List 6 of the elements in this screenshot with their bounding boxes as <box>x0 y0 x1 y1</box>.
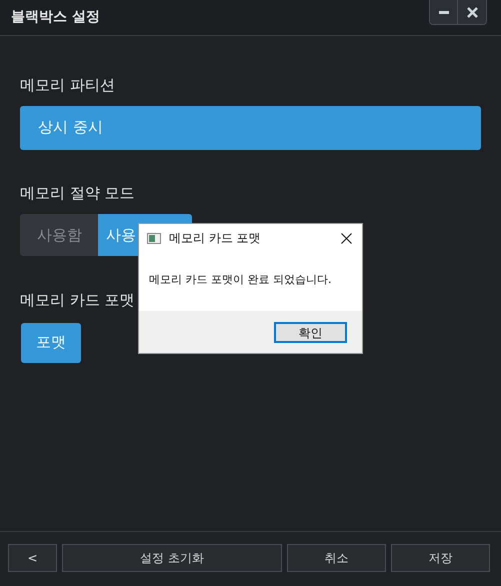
window-title: 블랙박스 설정 <box>11 8 100 27</box>
dialog-title: 메모리 카드 포맷 <box>169 230 261 247</box>
section-label: 메모리 절약 모드 <box>20 182 136 204</box>
dialog-message: 메모리 카드 포맷이 완료 되었습니다. <box>149 272 332 288</box>
section-label: 메모리 카드 포맷 <box>20 290 136 311</box>
section-label: 메모리 파티션 <box>20 75 116 96</box>
